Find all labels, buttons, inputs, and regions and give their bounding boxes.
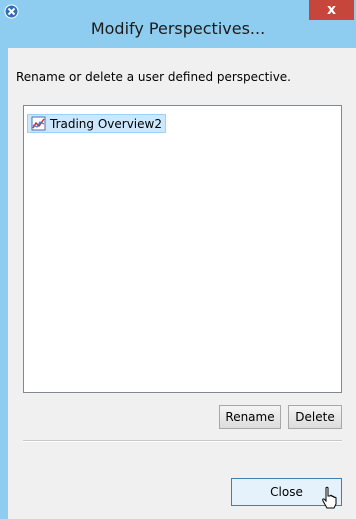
separator: [23, 440, 342, 442]
perspective-list[interactable]: Trading Overview2: [23, 105, 342, 393]
delete-button[interactable]: Delete: [288, 405, 342, 429]
list-item[interactable]: Trading Overview2: [27, 114, 166, 133]
window-close-button[interactable]: x: [309, 0, 354, 20]
list-item-label: Trading Overview2: [50, 116, 162, 131]
mouse-cursor-icon: [322, 486, 337, 509]
modify-perspectives-dialog: Modify Perspectives... x Rename or delet…: [0, 0, 356, 519]
title-bar[interactable]: Modify Perspectives... x: [0, 0, 356, 48]
rename-button[interactable]: Rename: [219, 405, 281, 429]
window-title: Modify Perspectives...: [90, 19, 266, 38]
instruction-text: Rename or delete a user defined perspect…: [16, 70, 291, 84]
app-icon: [4, 4, 19, 19]
perspective-chart-icon: [31, 116, 46, 131]
